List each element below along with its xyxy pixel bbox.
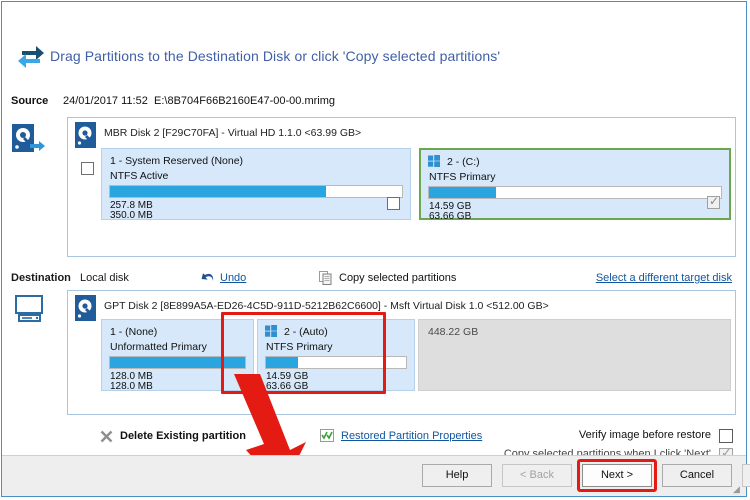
undo-label: Undo: [220, 272, 247, 284]
partition-total: 63.66 GB: [266, 381, 309, 392]
partition-usage-fill: [429, 187, 497, 198]
destination-unallocated-space[interactable]: 448.22 GB: [418, 319, 731, 391]
copy-pages-icon: [319, 271, 333, 285]
source-partition-1[interactable]: 1 - System Reserved (None) NTFS Active 2…: [101, 148, 411, 221]
next-button[interactable]: Next >: [582, 464, 652, 487]
cancel-button[interactable]: Cancel: [662, 464, 732, 487]
partition-total: 350.0 MB: [110, 210, 153, 221]
unallocated-size: 448.22 GB: [428, 326, 479, 338]
hard-disk-icon: [75, 295, 96, 321]
delete-existing-partition-label: Delete Existing partition: [120, 430, 246, 442]
destination-partition-2[interactable]: 2 - (Auto) NTFS Primary 14.59 GB 63.66 G…: [257, 319, 415, 392]
checked-list-icon: [320, 429, 334, 442]
help-button[interactable]: Help: [422, 464, 492, 487]
restored-partition-properties-label: Restored Partition Properties: [341, 430, 483, 442]
destination-partition-map: 1 - (None) Unformatted Primary 128.0 MB …: [101, 319, 731, 392]
partition-sizes: 14.59 GB 63.66 GB: [429, 202, 471, 222]
select-different-target-disk-link[interactable]: Select a different target disk: [596, 272, 732, 284]
destination-disk-header: GPT Disk 2 [8E899A5A-ED26-4C5D-911D-5212…: [68, 291, 735, 321]
source-partition-map: 1 - System Reserved (None) NTFS Active 2…: [101, 148, 731, 222]
partition-usage-fill: [266, 357, 299, 368]
windows-logo-icon: [265, 325, 277, 337]
source-hard-disk-icon: [12, 122, 48, 156]
partition-filesystem: NTFS Primary: [266, 341, 333, 353]
back-button[interactable]: < Back: [502, 464, 572, 487]
verify-image-checkbox[interactable]: [719, 429, 733, 443]
destination-local-disk: Local disk: [80, 272, 129, 284]
computer-monitor-icon: [13, 295, 49, 325]
source-date: 24/01/2017 11:52: [63, 95, 148, 107]
source-disk-panel: MBR Disk 2 [F29C70FA] - Virtual HD 1.1.0…: [67, 117, 736, 257]
resize-grip[interactable]: ◢: [733, 484, 743, 494]
partition-title: 2 - (Auto): [284, 326, 328, 338]
partition-filesystem: NTFS Primary: [429, 171, 496, 183]
source-disk-info: MBR Disk 2 [F29C70FA] - Virtual HD 1.1.0…: [104, 127, 362, 139]
partition-usage-bar: [109, 356, 246, 369]
partition-total: 128.0 MB: [110, 381, 153, 392]
partition-filesystem: Unformatted Primary: [110, 341, 207, 353]
partition-title: 1 - (None): [110, 326, 158, 338]
header: Drag Partitions to the Destination Disk …: [2, 2, 746, 84]
windows-logo-icon: [428, 155, 440, 167]
partition-sizes: 14.59 GB 63.66 GB: [266, 372, 308, 392]
wizard-window: Drag Partitions to the Destination Disk …: [1, 1, 750, 497]
partition-sizes: 128.0 MB 128.0 MB: [110, 372, 153, 392]
x-mark-icon: [100, 430, 113, 443]
source-partition-2[interactable]: 2 - (C:) NTFS Primary 14.59 GB 63.66 GB …: [419, 148, 731, 222]
source-path: E:\8B704F66B2160E47-00-00.mrimg: [154, 95, 335, 107]
partition-usage-fill: [110, 357, 245, 368]
partition-usage-bar: [428, 186, 722, 199]
check-mark-icon: ✓: [709, 194, 720, 208]
undo-arrow-icon: [201, 272, 215, 284]
partition-filesystem: NTFS Active: [110, 170, 169, 182]
page-title: Drag Partitions to the Destination Disk …: [50, 48, 501, 64]
partition-total: 63.66 GB: [429, 211, 472, 222]
destination-partition-1[interactable]: 1 - (None) Unformatted Primary 128.0 MB …: [101, 319, 254, 392]
footer-bar: Help < Back Next > Cancel Finish ◢: [2, 455, 750, 496]
partition-title: 2 - (C:): [447, 156, 480, 168]
hard-disk-icon: [75, 122, 96, 148]
partition-title: 1 - System Reserved (None): [110, 155, 244, 167]
source-partition-2-checkbox[interactable]: ✓: [707, 194, 720, 209]
partition-usage-bar: [265, 356, 407, 369]
destination-disk-info: GPT Disk 2 [8E899A5A-ED26-4C5D-911D-5212…: [104, 300, 549, 312]
destination-label: Destination: [11, 272, 71, 284]
destination-disk-panel: GPT Disk 2 [8E899A5A-ED26-4C5D-911D-5212…: [67, 290, 736, 415]
source-disk-header: MBR Disk 2 [F29C70FA] - Virtual HD 1.1.0…: [68, 118, 735, 148]
partition-sizes: 257.8 MB 350.0 MB: [110, 201, 153, 221]
swap-arrows-icon: [16, 42, 46, 72]
verify-image-label: Verify image before restore: [578, 429, 711, 441]
copy-selected-label: Copy selected partitions: [339, 272, 457, 284]
source-disk-checkbox[interactable]: [81, 162, 94, 175]
finish-button[interactable]: Finish: [742, 464, 750, 487]
source-partition-1-checkbox[interactable]: [387, 197, 400, 210]
partition-usage-fill: [110, 186, 327, 197]
source-label: Source: [11, 95, 49, 107]
partition-usage-bar: [109, 185, 403, 198]
